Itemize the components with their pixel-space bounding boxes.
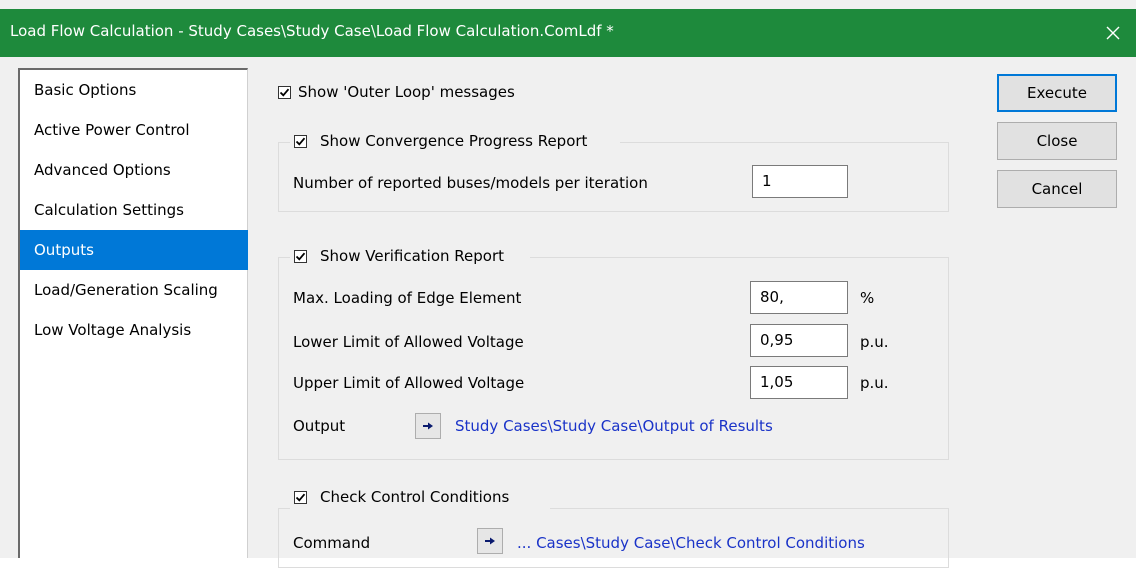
check-control-checkbox[interactable] [294, 491, 307, 504]
output-link[interactable]: Study Cases\Study Case\Output of Results [455, 417, 773, 435]
max-loading-label: Max. Loading of Edge Element [293, 289, 522, 307]
verification-checkbox[interactable] [294, 250, 307, 263]
convergence-checkbox[interactable] [294, 135, 307, 148]
sidebar-item-load-generation-scaling[interactable]: Load/Generation Scaling [20, 272, 248, 308]
check-control-group-title: Check Control Conditions [290, 487, 550, 509]
sidebar-item-calculation-settings[interactable]: Calculation Settings [20, 192, 248, 228]
output-label: Output [293, 417, 346, 435]
outer-loop-label: Show 'Outer Loop' messages [298, 83, 515, 101]
verification-label: Show Verification Report [320, 247, 505, 265]
execute-button[interactable]: Execute [997, 74, 1117, 112]
sidebar-item-advanced-options[interactable]: Advanced Options [20, 152, 248, 188]
dialog-window: Load Flow Calculation - Study Cases\Stud… [0, 0, 1136, 568]
title-bar: Load Flow Calculation - Study Cases\Stud… [0, 9, 1136, 57]
close-icon[interactable] [1090, 9, 1136, 57]
sidebar-item-outputs[interactable]: Outputs [20, 230, 248, 270]
buses-per-iteration-input[interactable]: 1 [752, 165, 848, 198]
close-button[interactable]: Close [997, 122, 1117, 160]
output-arrow-icon[interactable] [415, 413, 441, 439]
convergence-label: Show Convergence Progress Report [320, 132, 588, 150]
lower-limit-unit: p.u. [860, 333, 889, 351]
buses-per-iteration-label: Number of reported buses/models per iter… [293, 174, 648, 192]
sidebar-item-active-power-control[interactable]: Active Power Control [20, 112, 248, 148]
sidebar-item-low-voltage-analysis[interactable]: Low Voltage Analysis [20, 312, 248, 348]
verification-group-title: Show Verification Report [290, 246, 530, 268]
cancel-button[interactable]: Cancel [997, 170, 1117, 208]
command-label: Command [293, 534, 371, 552]
convergence-group-title: Show Convergence Progress Report [290, 131, 620, 153]
outer-loop-checkbox[interactable] [278, 86, 291, 99]
lower-limit-input[interactable]: 0,95 [750, 324, 848, 357]
upper-limit-unit: p.u. [860, 374, 889, 392]
upper-limit-input[interactable]: 1,05 [750, 366, 848, 399]
window-title: Load Flow Calculation - Study Cases\Stud… [10, 22, 614, 40]
command-link[interactable]: ... Cases\Study Case\Check Control Condi… [517, 534, 865, 552]
max-loading-input[interactable]: 80, [750, 281, 848, 314]
sidebar-item-basic-options[interactable]: Basic Options [20, 72, 248, 108]
lower-limit-label: Lower Limit of Allowed Voltage [293, 333, 524, 351]
options-sidebar: Basic Options Active Power Control Advan… [18, 68, 248, 558]
command-arrow-icon[interactable] [477, 528, 503, 554]
check-control-label: Check Control Conditions [320, 488, 510, 506]
max-loading-unit: % [860, 289, 875, 307]
upper-limit-label: Upper Limit of Allowed Voltage [293, 374, 525, 392]
